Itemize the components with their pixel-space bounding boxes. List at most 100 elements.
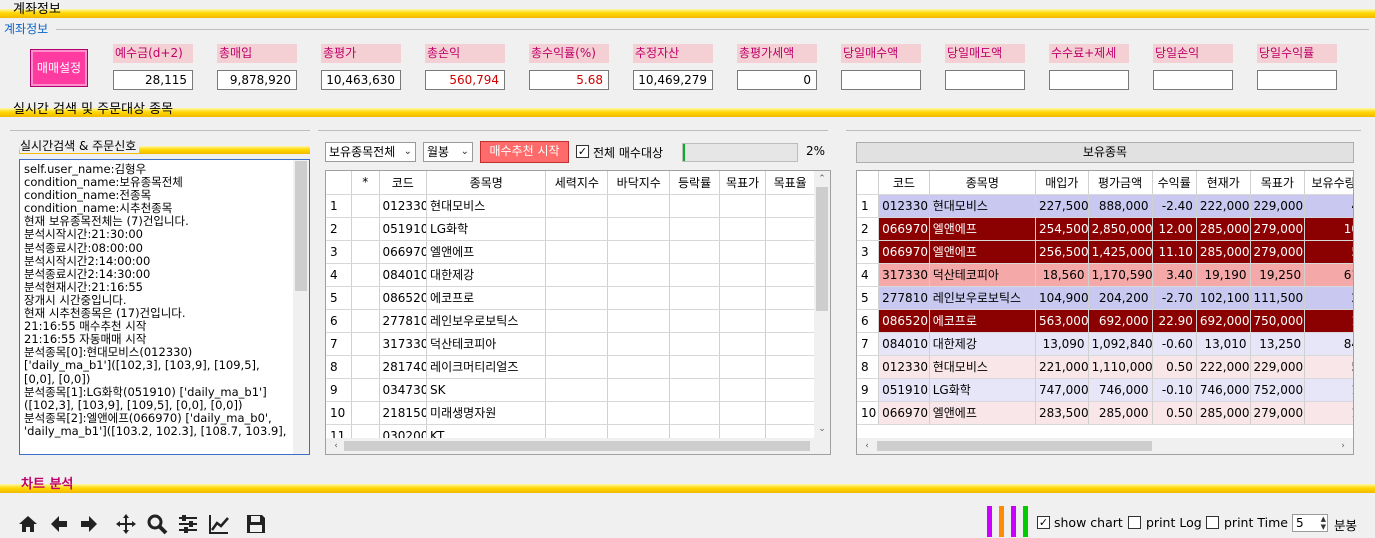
signal-log[interactable]: self.user_name:김형우 condition_name:보유종목전체 c…: [19, 159, 310, 455]
table-row[interactable]: 7 084010 대한제강 13,090 1,092,840 -0.60 13,010 13,…: [857, 332, 1353, 356]
column-header[interactable]: 매입가: [1035, 171, 1089, 195]
print-time-checkbox[interactable]: [1206, 516, 1219, 529]
candidate-vscroll-thumb[interactable]: [816, 187, 828, 311]
log-line: 분석시작시간:21:30:00: [24, 228, 144, 242]
table-row[interactable]: 3 066970 엘앤에프 256,500 1,425,000 11.10 285,000 2…: [857, 240, 1353, 264]
table-row[interactable]: 10 066970 엘앤에프 283,500 285,000 0.50 285,000 279…: [857, 401, 1353, 425]
holdings-table[interactable]: 코드 종목명 매입가 평가금액 수익률 현재가 목표가 보유수량 1 012330 현대모비스 227…: [856, 170, 1354, 455]
forward-arrow-icon[interactable]: [78, 513, 100, 535]
trade-settings-button[interactable]: 매매설정: [30, 49, 88, 87]
spin-arrows-icon[interactable]: ▲ ▼: [1321, 515, 1326, 531]
scroll-down-arrow-icon[interactable]: ⌄: [814, 422, 830, 436]
pan-icon[interactable]: [115, 513, 137, 535]
table-row[interactable]: 5 086520 에코프로: [326, 286, 815, 310]
show-chart-checkbox[interactable]: ✓: [1037, 516, 1050, 529]
table-row[interactable]: 6 277810 레인보우로보틱스: [326, 309, 815, 333]
table-cell: 279,000: [1250, 240, 1306, 264]
edit-axis-icon[interactable]: [208, 513, 230, 535]
column-header[interactable]: *: [351, 171, 380, 195]
table-row[interactable]: 9 034730 SK: [326, 378, 815, 402]
column-header[interactable]: 평가금액: [1088, 171, 1153, 195]
zoom-icon[interactable]: [146, 513, 168, 535]
table-cell: 1: [1304, 401, 1353, 425]
column-header[interactable]: [857, 171, 880, 195]
account-field-value[interactable]: 10,469,279: [633, 70, 713, 90]
account-field-value[interactable]: 28,115: [113, 70, 193, 90]
column-header[interactable]: 세력지수: [545, 171, 609, 195]
log-scroll-thumb[interactable]: [295, 161, 307, 291]
save-icon[interactable]: [245, 513, 267, 535]
column-header[interactable]: 코드: [379, 171, 428, 195]
buy-recommend-start-button[interactable]: 매수추천 시작: [480, 141, 569, 163]
column-header[interactable]: 수익률: [1152, 171, 1197, 195]
table-cell: 13,010: [1196, 332, 1251, 356]
table-row[interactable]: 2 051910 LG화학: [326, 217, 815, 241]
table-row[interactable]: 8 281740 레이크머티리얼즈: [326, 355, 815, 379]
table-row[interactable]: 7 317330 덕산테코피아: [326, 332, 815, 356]
row-number: 10: [857, 401, 880, 425]
account-field-value[interactable]: 560,794: [425, 70, 505, 90]
candidate-vscrollbar[interactable]: ⌃ ⌄: [814, 171, 830, 439]
all-buy-target-checkbox[interactable]: ✓: [576, 145, 589, 158]
column-header[interactable]: 목표율: [765, 171, 815, 195]
interval-spinbox[interactable]: 5 ▲ ▼: [1292, 514, 1328, 532]
log-line: 분석종료시간2:14:30:00: [24, 267, 151, 281]
holdings-title: 보유종목: [856, 142, 1354, 163]
log-line: 분석현재시간:21:16:55: [24, 280, 144, 294]
print-log-checkbox[interactable]: [1128, 516, 1141, 529]
account-field-value[interactable]: 10,463,630: [321, 70, 401, 90]
table-row[interactable]: 3 066970 엘앤에프: [326, 240, 815, 264]
candidate-hscroll-thumb[interactable]: [344, 441, 810, 451]
home-icon[interactable]: [17, 513, 39, 535]
column-header[interactable]: 바닥지수: [607, 171, 671, 195]
scroll-right-arrow-icon[interactable]: ›: [1335, 439, 1351, 453]
candidate-hscrollbar[interactable]: ‹: [326, 438, 830, 454]
table-cell: 0.50: [1152, 401, 1197, 425]
column-header[interactable]: 목표가: [719, 171, 767, 195]
column-header[interactable]: 보유수량: [1304, 171, 1353, 195]
table-cell: 10: [1304, 217, 1353, 241]
table-row[interactable]: 10 218150 미래생명자원: [326, 401, 815, 425]
account-field-value[interactable]: [841, 70, 921, 90]
log-scrollbar[interactable]: [293, 160, 309, 454]
chevron-down-icon: ⌄: [460, 146, 469, 157]
column-header[interactable]: 현재가: [1196, 171, 1251, 195]
row-number: 2: [857, 217, 880, 241]
back-arrow-icon[interactable]: [48, 513, 70, 535]
table-row[interactable]: 9 051910 LG화학 747,000 746,000 -0.10 746,000 752…: [857, 378, 1353, 402]
account-field-value[interactable]: 9,878,920: [217, 70, 297, 90]
column-header[interactable]: 목표가: [1250, 171, 1306, 195]
account-field-value[interactable]: [945, 70, 1025, 90]
column-header[interactable]: 종목명: [426, 171, 547, 195]
table-row[interactable]: 5 277810 레인보우로보틱스 104,900 204,200 -2.70 102,10…: [857, 286, 1353, 310]
column-header[interactable]: 종목명: [929, 171, 1036, 195]
table-row[interactable]: 6 086520 에코프로 563,000 692,000 22.90 692,000 750…: [857, 309, 1353, 333]
period-combo[interactable]: 월봉 ⌄: [423, 142, 473, 162]
condition-combo[interactable]: 보유종목전체 ⌄: [325, 142, 416, 162]
table-row[interactable]: 2 066970 엘앤에프 254,500 2,850,000 12.00 285,000 2…: [857, 217, 1353, 241]
holdings-hscroll-thumb[interactable]: [877, 441, 1152, 451]
account-field-value[interactable]: [1049, 70, 1129, 90]
column-header[interactable]: 코드: [878, 171, 930, 195]
log-line: 분석종목[2]:엘앤에프(066970) ['daily_ma_b0',: [24, 411, 272, 425]
row-number: 9: [857, 378, 880, 402]
account-field-value[interactable]: 0: [737, 70, 817, 90]
scroll-up-arrow-icon[interactable]: ⌃: [814, 172, 830, 186]
table-cell: [669, 194, 720, 218]
table-row[interactable]: 1 012330 현대모비스: [326, 194, 815, 218]
table-row[interactable]: 4 317330 덕산테코피아 18,560 1,170,590 3.40 19,190 19…: [857, 263, 1353, 287]
scroll-left-arrow-icon[interactable]: ‹: [859, 439, 875, 453]
account-field-value[interactable]: [1257, 70, 1337, 90]
configure-subplots-icon[interactable]: [177, 513, 199, 535]
table-row[interactable]: 4 084010 대한제강: [326, 263, 815, 287]
account-field-value[interactable]: [1153, 70, 1233, 90]
column-header[interactable]: [326, 171, 352, 195]
holdings-hscrollbar[interactable]: ‹ ›: [857, 438, 1353, 454]
table-row[interactable]: 1 012330 현대모비스 227,500 888,000 -2.40 222,000 22…: [857, 194, 1353, 218]
scroll-left-arrow-icon[interactable]: ‹: [328, 439, 344, 453]
column-header[interactable]: 등락률: [669, 171, 720, 195]
candidate-table[interactable]: * 코드 종목명 세력지수 바닥지수 등락률 목표가 목표율 1 012330 현대모비스 2 0519…: [325, 170, 831, 455]
table-row[interactable]: 8 012330 현대모비스 221,000 1,110,000 0.50 222,000 2…: [857, 355, 1353, 379]
account-field-value[interactable]: 5.68: [529, 70, 609, 90]
table-cell: 현대모비스: [929, 194, 1036, 218]
